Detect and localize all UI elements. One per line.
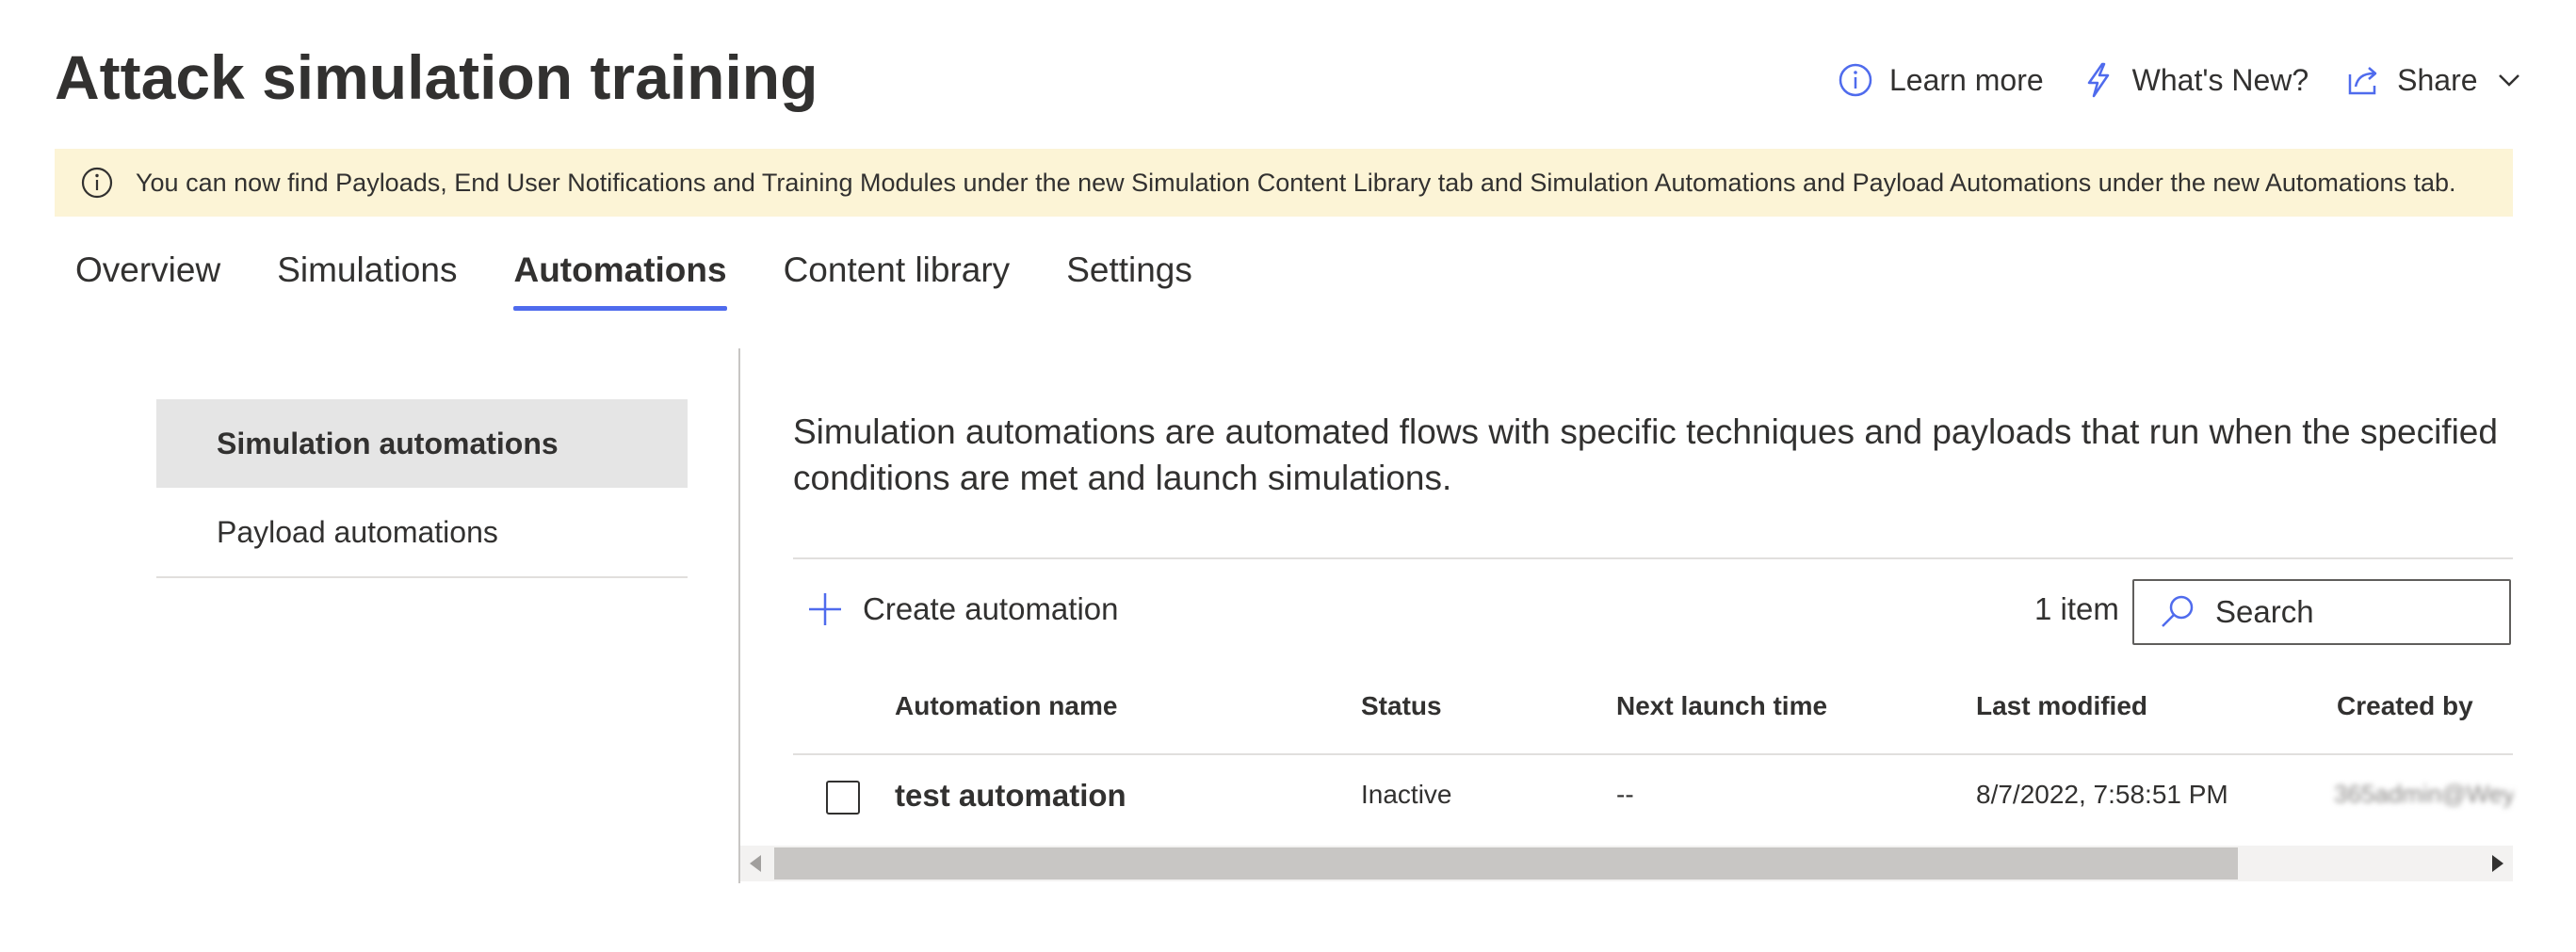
automations-subnav: Simulation automations Payload automatio…	[156, 399, 688, 578]
share-label: Share	[2397, 62, 2478, 97]
automation-name-link[interactable]: test automation	[895, 778, 1126, 814]
vertical-divider	[738, 348, 740, 883]
scrollbar-thumb[interactable]	[774, 847, 2238, 879]
share-icon	[2344, 61, 2382, 99]
chevron-down-icon	[2495, 66, 2523, 94]
learn-more-label: Learn more	[1889, 62, 2044, 97]
scroll-right-icon[interactable]	[2492, 855, 2503, 872]
subnav-item-simulation-automations[interactable]: Simulation automations	[156, 399, 688, 488]
info-icon	[1837, 61, 1874, 99]
toolbar-divider	[793, 557, 2513, 559]
subnav-divider	[156, 576, 688, 578]
plus-icon	[806, 590, 844, 628]
table-header-divider	[793, 753, 2513, 755]
column-header-next-launch-time[interactable]: Next launch time	[1616, 691, 1827, 721]
info-banner: You can now find Payloads, End User Noti…	[55, 149, 2513, 217]
page-title: Attack simulation training	[55, 42, 818, 112]
tab-bar: Overview Simulations Automations Content…	[55, 247, 1228, 318]
whats-new-button[interactable]: What's New?	[2080, 61, 2309, 99]
column-header-status[interactable]: Status	[1361, 691, 1442, 721]
status-cell: Inactive	[1361, 780, 1452, 809]
whats-new-label: What's New?	[2131, 62, 2309, 97]
column-header-automation-name[interactable]: Automation name	[895, 691, 1117, 721]
lightning-icon	[2080, 61, 2117, 99]
tab-settings[interactable]: Settings	[1045, 247, 1213, 315]
row-checkbox[interactable]	[826, 781, 860, 815]
created-by-cell: 365admin@Wey	[2334, 780, 2513, 808]
header-actions: Learn more What's New? Share	[1837, 56, 2523, 104]
tab-content-library[interactable]: Content library	[763, 247, 1031, 315]
tab-simulations[interactable]: Simulations	[256, 247, 478, 315]
search-icon	[2159, 593, 2196, 631]
column-header-created-by[interactable]: Created by	[2337, 691, 2473, 721]
search-box[interactable]	[2132, 579, 2511, 645]
create-automation-label: Create automation	[863, 591, 1119, 626]
learn-more-button[interactable]: Learn more	[1837, 61, 2044, 99]
item-count: 1 item	[2034, 591, 2119, 626]
scroll-left-icon[interactable]	[750, 855, 761, 872]
tab-overview[interactable]: Overview	[55, 247, 241, 315]
column-header-last-modified[interactable]: Last modified	[1976, 691, 2147, 721]
next-launch-cell: --	[1616, 780, 1634, 809]
horizontal-scrollbar[interactable]	[740, 846, 2513, 881]
subnav-item-payload-automations[interactable]: Payload automations	[156, 488, 688, 576]
page-description: Simulation automations are automated flo…	[793, 412, 2498, 497]
tab-automations[interactable]: Automations	[493, 247, 747, 315]
share-button[interactable]: Share	[2344, 61, 2522, 99]
last-modified-cell: 8/7/2022, 7:58:51 PM	[1976, 780, 2228, 809]
create-automation-button[interactable]: Create automation	[806, 584, 1119, 635]
info-icon	[79, 165, 115, 201]
banner-text: You can now find Payloads, End User Noti…	[136, 168, 2456, 197]
search-input[interactable]	[2213, 593, 2500, 631]
